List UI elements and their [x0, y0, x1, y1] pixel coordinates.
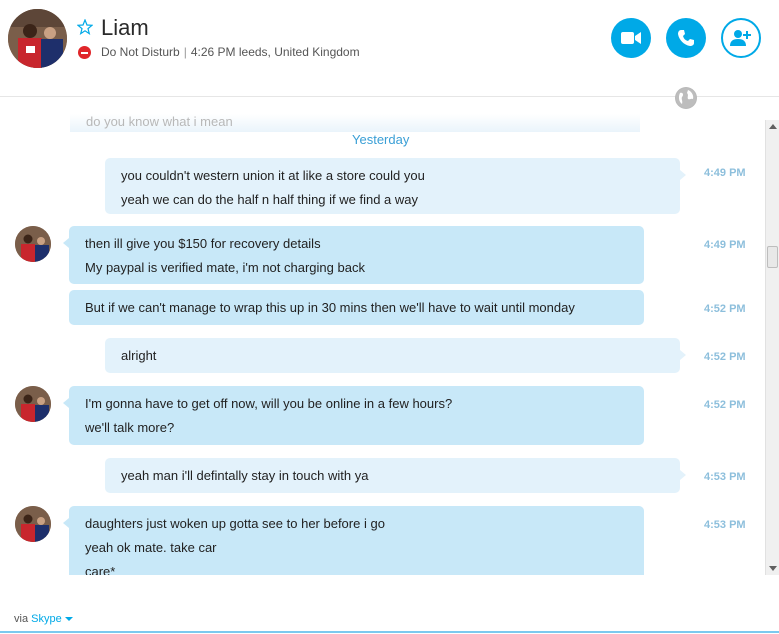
- message-text: I'm gonna have to get off now, will you …: [85, 396, 453, 411]
- add-people-button[interactable]: [721, 18, 761, 58]
- message-timestamp: 4:52 PM: [704, 303, 746, 315]
- avatar-photo: [15, 506, 51, 542]
- message-bubble-incoming: But if we can't manage to wrap this up i…: [69, 290, 644, 325]
- message-history[interactable]: do you know what i mean Yesterday you co…: [0, 110, 765, 575]
- message-text: we'll talk more?: [85, 420, 175, 435]
- message-text: But if we can't manage to wrap this up i…: [85, 300, 575, 315]
- voice-call-button[interactable]: [666, 18, 706, 58]
- message-text: you couldn't western union it at like a …: [121, 168, 425, 183]
- scroll-down-arrow-icon[interactable]: [769, 566, 777, 571]
- message-text: My paypal is verified mate, i'm not char…: [85, 260, 365, 275]
- message-timestamp: 4:53 PM: [704, 519, 746, 531]
- video-camera-icon: [621, 32, 641, 44]
- message-text: yeah man i'll defintally stay in touch w…: [121, 468, 369, 483]
- add-person-icon: [730, 30, 751, 46]
- message-bubble-outgoing: you couldn't western union it at like a …: [105, 158, 686, 214]
- message-text: care*: [85, 564, 116, 575]
- message-timestamp: 4:53 PM: [704, 471, 746, 483]
- local-time: 4:26 PM leeds, United Kingdom: [190, 45, 360, 59]
- message-bubble-incoming: then ill give you $150 for recovery deta…: [63, 226, 644, 284]
- presence-status: Do Not Disturb: [101, 45, 180, 59]
- status-separator: |: [183, 45, 187, 59]
- chevron-down-icon[interactable]: [64, 617, 73, 622]
- conversation-header: Liam Do Not Disturb | 4:26 PM leeds, Unite…: [0, 0, 779, 97]
- message-timestamp: 4:52 PM: [704, 351, 746, 363]
- previous-message-faded: do you know what i mean: [70, 114, 640, 132]
- avatar-photo: [8, 9, 67, 68]
- message-text: then ill give you $150 for recovery deta…: [85, 236, 321, 251]
- compose-footer: via Skype: [0, 605, 779, 634]
- chat-scrollbar[interactable]: [765, 120, 779, 575]
- via-label: via: [14, 613, 29, 625]
- message-text: yeah ok mate. take car: [85, 540, 217, 555]
- sender-avatar[interactable]: [15, 226, 51, 262]
- message-bubble-incoming: daughters just woken up gotta see to her…: [63, 506, 644, 575]
- message-timestamp: 4:52 PM: [704, 399, 746, 411]
- contact-status-line: Do Not Disturb | 4:26 PM leeds, United Kin…: [101, 45, 360, 59]
- video-call-button[interactable]: [611, 18, 651, 58]
- do-not-disturb-icon: [78, 46, 91, 59]
- message-timestamp: 4:49 PM: [704, 167, 746, 179]
- sender-avatar[interactable]: [15, 506, 51, 542]
- avatar-photo: [15, 226, 51, 262]
- message-bubble-outgoing: alright: [105, 338, 686, 373]
- message-input-border[interactable]: [0, 631, 779, 633]
- scrollbar-thumb[interactable]: [767, 246, 778, 268]
- day-separator: Yesterday: [352, 132, 410, 147]
- message-text: alright: [121, 348, 157, 363]
- message-text: daughters just woken up gotta see to her…: [85, 516, 385, 531]
- service-name[interactable]: Skype: [31, 613, 62, 625]
- avatar-photo: [15, 386, 51, 422]
- skype-chat-window: Liam Do Not Disturb | 4:26 PM leeds, Unite…: [0, 0, 779, 634]
- contact-avatar[interactable]: [8, 9, 67, 68]
- scroll-up-arrow-icon[interactable]: [769, 124, 777, 129]
- via-service-selector[interactable]: via Skype: [14, 613, 73, 625]
- message-bubble-outgoing: yeah man i'll defintally stay in touch w…: [105, 458, 686, 493]
- globe-icon[interactable]: [675, 87, 697, 109]
- sender-avatar[interactable]: [15, 386, 51, 422]
- phone-icon: [678, 30, 694, 46]
- message-text: yeah we can do the half n half thing if …: [121, 192, 419, 207]
- message-bubble-incoming: I'm gonna have to get off now, will you …: [63, 386, 644, 445]
- message-timestamp: 4:49 PM: [704, 239, 746, 251]
- favorite-star-icon[interactable]: [77, 19, 93, 35]
- contact-name: Liam: [101, 15, 149, 40]
